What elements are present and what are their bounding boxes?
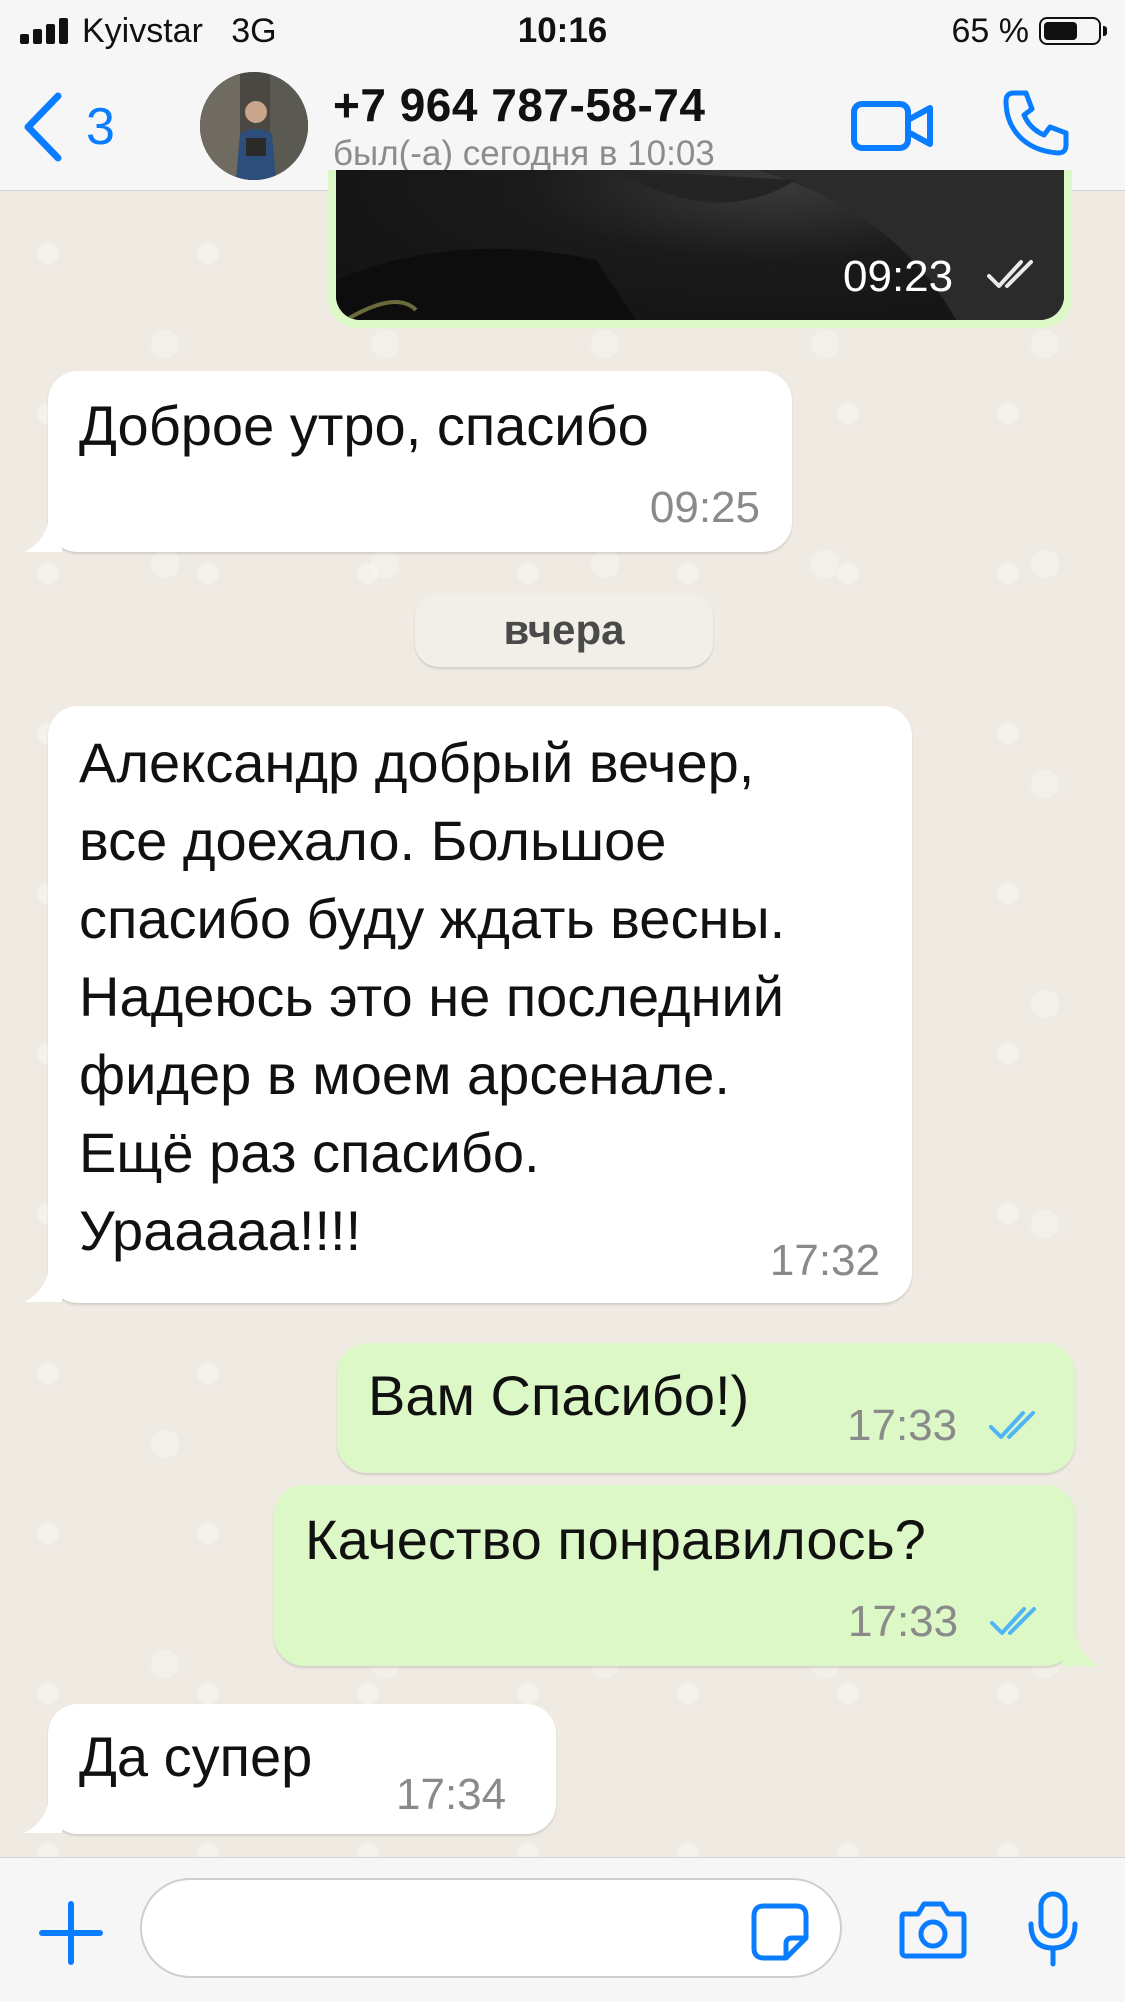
- video-camera-icon[interactable]: [850, 90, 934, 160]
- bubble-tail: [24, 514, 62, 552]
- image-message-bubble[interactable]: [328, 170, 1072, 328]
- message-time: 09:25: [649, 483, 760, 532]
- camera-icon[interactable]: [898, 1898, 968, 1960]
- message-text: Доброе утро, спасибо: [79, 394, 649, 457]
- message-composer: [0, 1857, 1125, 2002]
- bubble-tail: [1062, 1628, 1100, 1666]
- bubble-tail: [24, 1795, 62, 1833]
- incoming-message-bubble[interactable]: Да супер 17:34: [48, 1704, 556, 1834]
- phone-icon[interactable]: [1000, 87, 1072, 159]
- read-ticks-icon: [989, 1411, 1035, 1439]
- plus-icon[interactable]: [38, 1900, 104, 1966]
- image-thumbnail[interactable]: [336, 170, 1064, 320]
- incoming-message-bubble[interactable]: Александр добрый вечер, все доехало. Бол…: [48, 706, 912, 1303]
- message-time: 09:23: [843, 252, 954, 301]
- microphone-icon[interactable]: [1027, 1890, 1079, 1968]
- message-text: Вам Спасибо!): [368, 1364, 750, 1427]
- message-time: 17:33: [847, 1401, 958, 1450]
- read-ticks-icon: [990, 1607, 1036, 1635]
- message-time: 17:34: [396, 1770, 507, 1819]
- date-divider: вчера: [415, 593, 713, 667]
- chevron-left-icon: [24, 92, 62, 162]
- message-time: 17:32: [769, 1236, 880, 1285]
- bubble-tail: [24, 1264, 62, 1302]
- battery-icon: [1039, 17, 1107, 45]
- outgoing-message-bubble[interactable]: Качество понравилось? 17:33: [274, 1485, 1075, 1666]
- last-seen-status: был(-а) сегодня в 10:03: [333, 134, 715, 173]
- back-button[interactable]: 3: [20, 82, 140, 172]
- avatar[interactable]: [200, 72, 308, 180]
- message-input[interactable]: [140, 1878, 842, 1978]
- message-text: Александр добрый вечер, все доехало. Бол…: [79, 731, 786, 1262]
- status-bar: Kyivstar 3G 10:16 65 %: [0, 0, 1125, 62]
- battery-fill: [1044, 22, 1077, 40]
- read-ticks-icon: [987, 260, 1033, 288]
- message-text: Да супер: [79, 1725, 313, 1788]
- message-time: 17:33: [848, 1597, 959, 1646]
- outgoing-message-bubble[interactable]: Вам Спасибо!) 17:33: [337, 1343, 1075, 1473]
- unread-count: 3: [86, 98, 115, 156]
- message-text: Качество понравилось?: [305, 1508, 926, 1571]
- sticker-icon[interactable]: [750, 1902, 810, 1962]
- battery-percent: 65 %: [951, 12, 1030, 50]
- incoming-message-bubble[interactable]: Доброе утро, спасибо 09:25: [48, 371, 792, 552]
- contact-name[interactable]: +7 964 787-58-74: [333, 78, 705, 132]
